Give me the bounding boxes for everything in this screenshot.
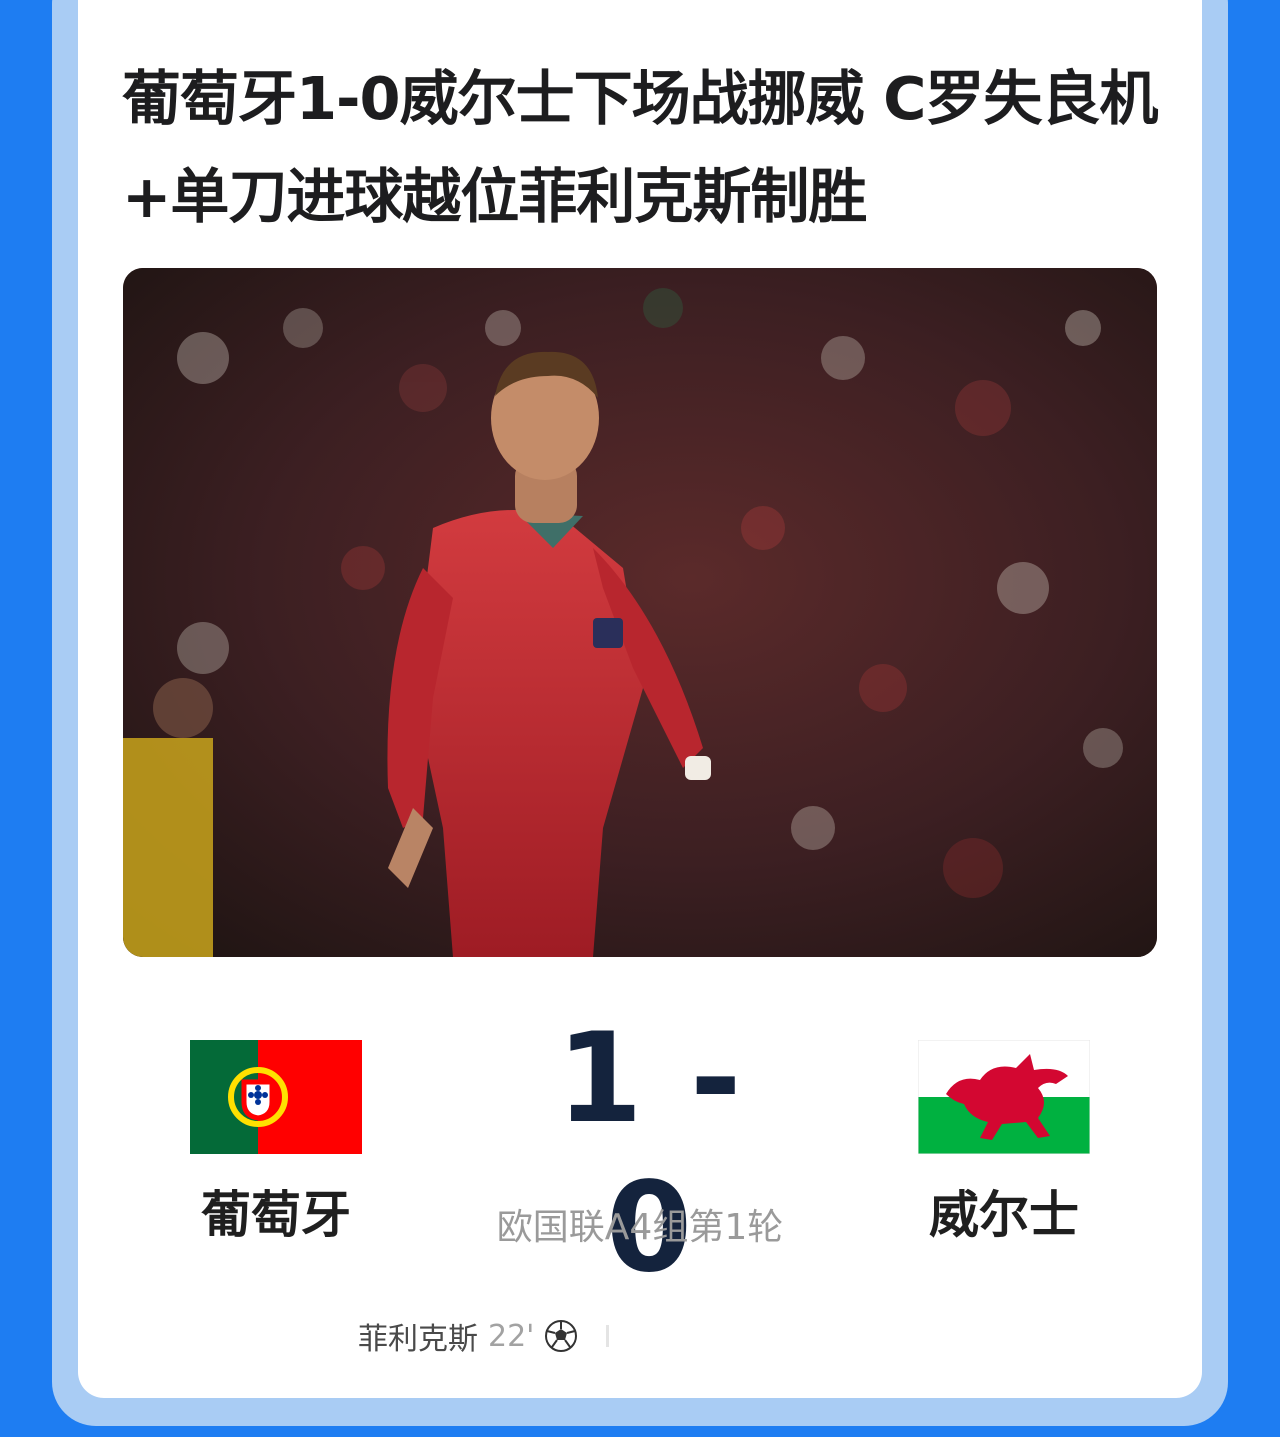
away-team-name: 威尔士 [929,1186,1079,1244]
article-title: 葡萄牙1-0威尔士下场战挪威 C罗失良机+单刀进球越位菲利克斯制胜 [122,64,1158,231]
home-team[interactable]: 葡萄牙 [190,1040,362,1240]
away-team[interactable]: 威尔士 [918,1040,1090,1240]
match-round: 欧国联A4组第1轮 [496,1207,784,1248]
goal-scorer-row: 菲利克斯 22' [358,1314,610,1358]
player-photo-illustration [123,268,1157,957]
match-score: 1 - 0 [556,1007,744,1300]
goal-minute: 22' [488,1318,535,1354]
portugal-flag-icon [190,1040,362,1154]
soccer-ball-icon [545,1320,578,1352]
divider [606,1325,610,1347]
goal-scorer-name: 菲利克斯 [358,1322,478,1357]
article-photo[interactable] [123,268,1157,957]
home-team-name: 葡萄牙 [201,1186,351,1244]
wales-flag-icon [918,1040,1090,1154]
